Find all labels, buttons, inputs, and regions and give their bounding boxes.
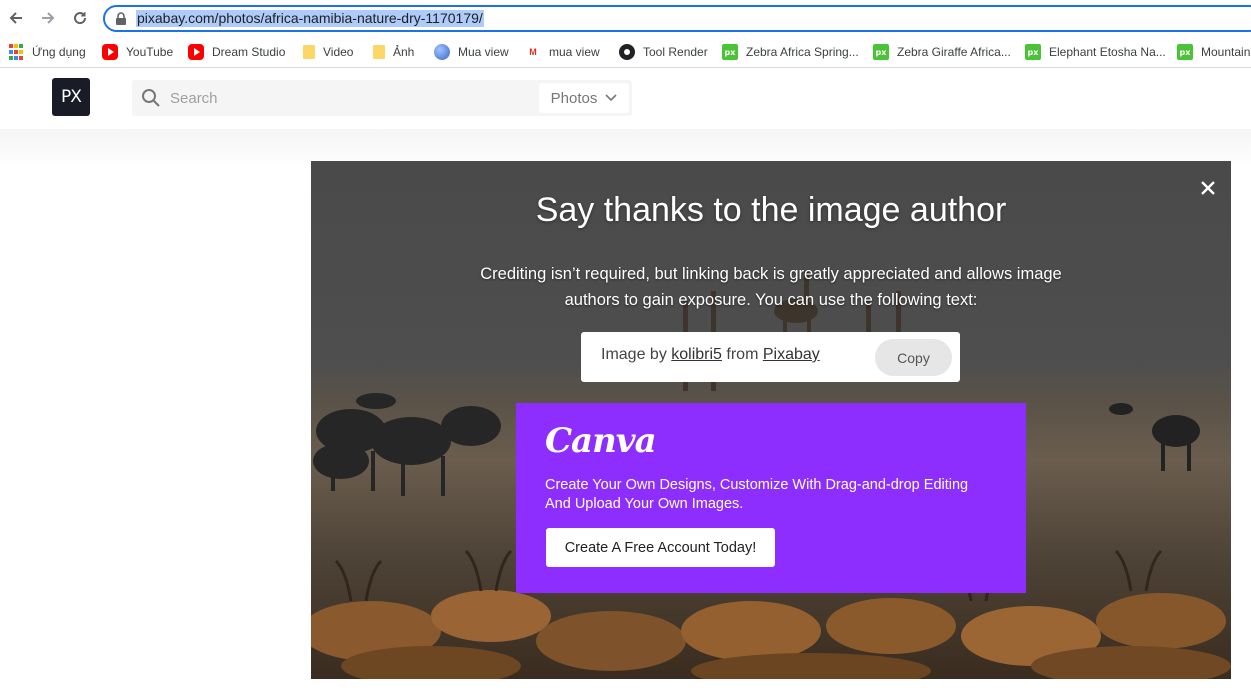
bookmark-mua-view[interactable]: Mua view — [434, 42, 509, 62]
bookmark-dream-studio[interactable]: Dream Studio — [188, 42, 285, 62]
search-icon[interactable] — [141, 88, 161, 108]
pixabay-icon: px — [873, 44, 889, 60]
search-type-dropdown[interactable]: Photos — [539, 83, 629, 113]
url-text[interactable]: pixabay.com/photos/africa-namibia-nature… — [136, 10, 484, 27]
site-icon: M — [529, 47, 537, 57]
arrow-right-icon — [42, 12, 55, 24]
globe-icon — [434, 44, 450, 60]
forward-button[interactable] — [36, 6, 60, 30]
arrow-left-icon — [9, 12, 22, 24]
bookmark-anh[interactable]: Ảnh — [373, 42, 414, 62]
bookmark-elephant-etosha[interactable]: px Elephant Etosha Na... — [1025, 42, 1166, 62]
bookmark-zebra-africa[interactable]: px Zebra Africa Spring... — [722, 42, 859, 62]
canva-ad: Canva Create Your Own Designs, Customize… — [516, 403, 1026, 593]
chevron-down-icon — [605, 94, 617, 102]
apps-grid-icon — [8, 44, 24, 60]
pixabay-link[interactable]: Pixabay — [763, 346, 820, 363]
credit-text: Image by kolibri5 from Pixabay — [601, 346, 820, 363]
youtube-icon — [102, 44, 118, 60]
copy-button[interactable]: Copy — [875, 339, 952, 376]
attribution-modal: Say thanks to the image author Crediting… — [311, 161, 1231, 679]
bookmark-mua-view-2[interactable]: M mua view — [525, 42, 599, 62]
lock-icon — [116, 12, 126, 25]
folder-icon — [373, 45, 385, 59]
bookmark-video[interactable]: Video — [303, 42, 353, 62]
pixabay-icon: px — [722, 44, 738, 60]
bookmark-zebra-giraffe[interactable]: px Zebra Giraffe Africa... — [873, 42, 1011, 62]
pixabay-icon: px — [1025, 44, 1041, 60]
back-button[interactable] — [4, 6, 28, 30]
modal-description: Crediting isn’t required, but linking ba… — [480, 265, 1062, 309]
address-bar[interactable]: pixabay.com/photos/africa-namibia-nature… — [103, 5, 1251, 32]
browser-toolbar: pixabay.com/photos/africa-namibia-nature… — [0, 0, 1251, 36]
folder-icon — [303, 45, 315, 59]
bookmark-apps[interactable]: Ứng dụng — [8, 42, 86, 62]
modal-title: Say thanks to the image author — [535, 191, 1007, 229]
canva-logo[interactable]: Canva — [545, 421, 657, 461]
reload-icon — [74, 12, 87, 25]
pixabay-icon: px — [1177, 44, 1193, 60]
reload-button[interactable] — [68, 6, 92, 30]
search-input[interactable] — [170, 80, 570, 116]
bookmark-tool-render[interactable]: Tool Render — [619, 42, 708, 62]
create-account-button[interactable]: Create A Free Account Today! — [546, 528, 775, 567]
bookmark-youtube[interactable]: YouTube — [102, 42, 173, 62]
site-header: PX Photos — [0, 69, 1251, 129]
pixabay-logo[interactable]: PX — [52, 78, 90, 116]
canva-description: Create Your Own Designs, Customize With … — [545, 477, 969, 512]
author-link[interactable]: kolibri5 — [671, 346, 722, 363]
bookmarks-bar: Ứng dụng YouTube Dream Studio Video Ảnh … — [0, 36, 1251, 68]
bookmark-mountain[interactable]: px Mountain — [1177, 42, 1250, 62]
tool-icon — [619, 44, 635, 60]
youtube-icon — [188, 44, 204, 60]
search-bar: Photos — [132, 80, 632, 116]
credit-text-box: Image by kolibri5 from Pixabay Copy — [581, 332, 960, 382]
